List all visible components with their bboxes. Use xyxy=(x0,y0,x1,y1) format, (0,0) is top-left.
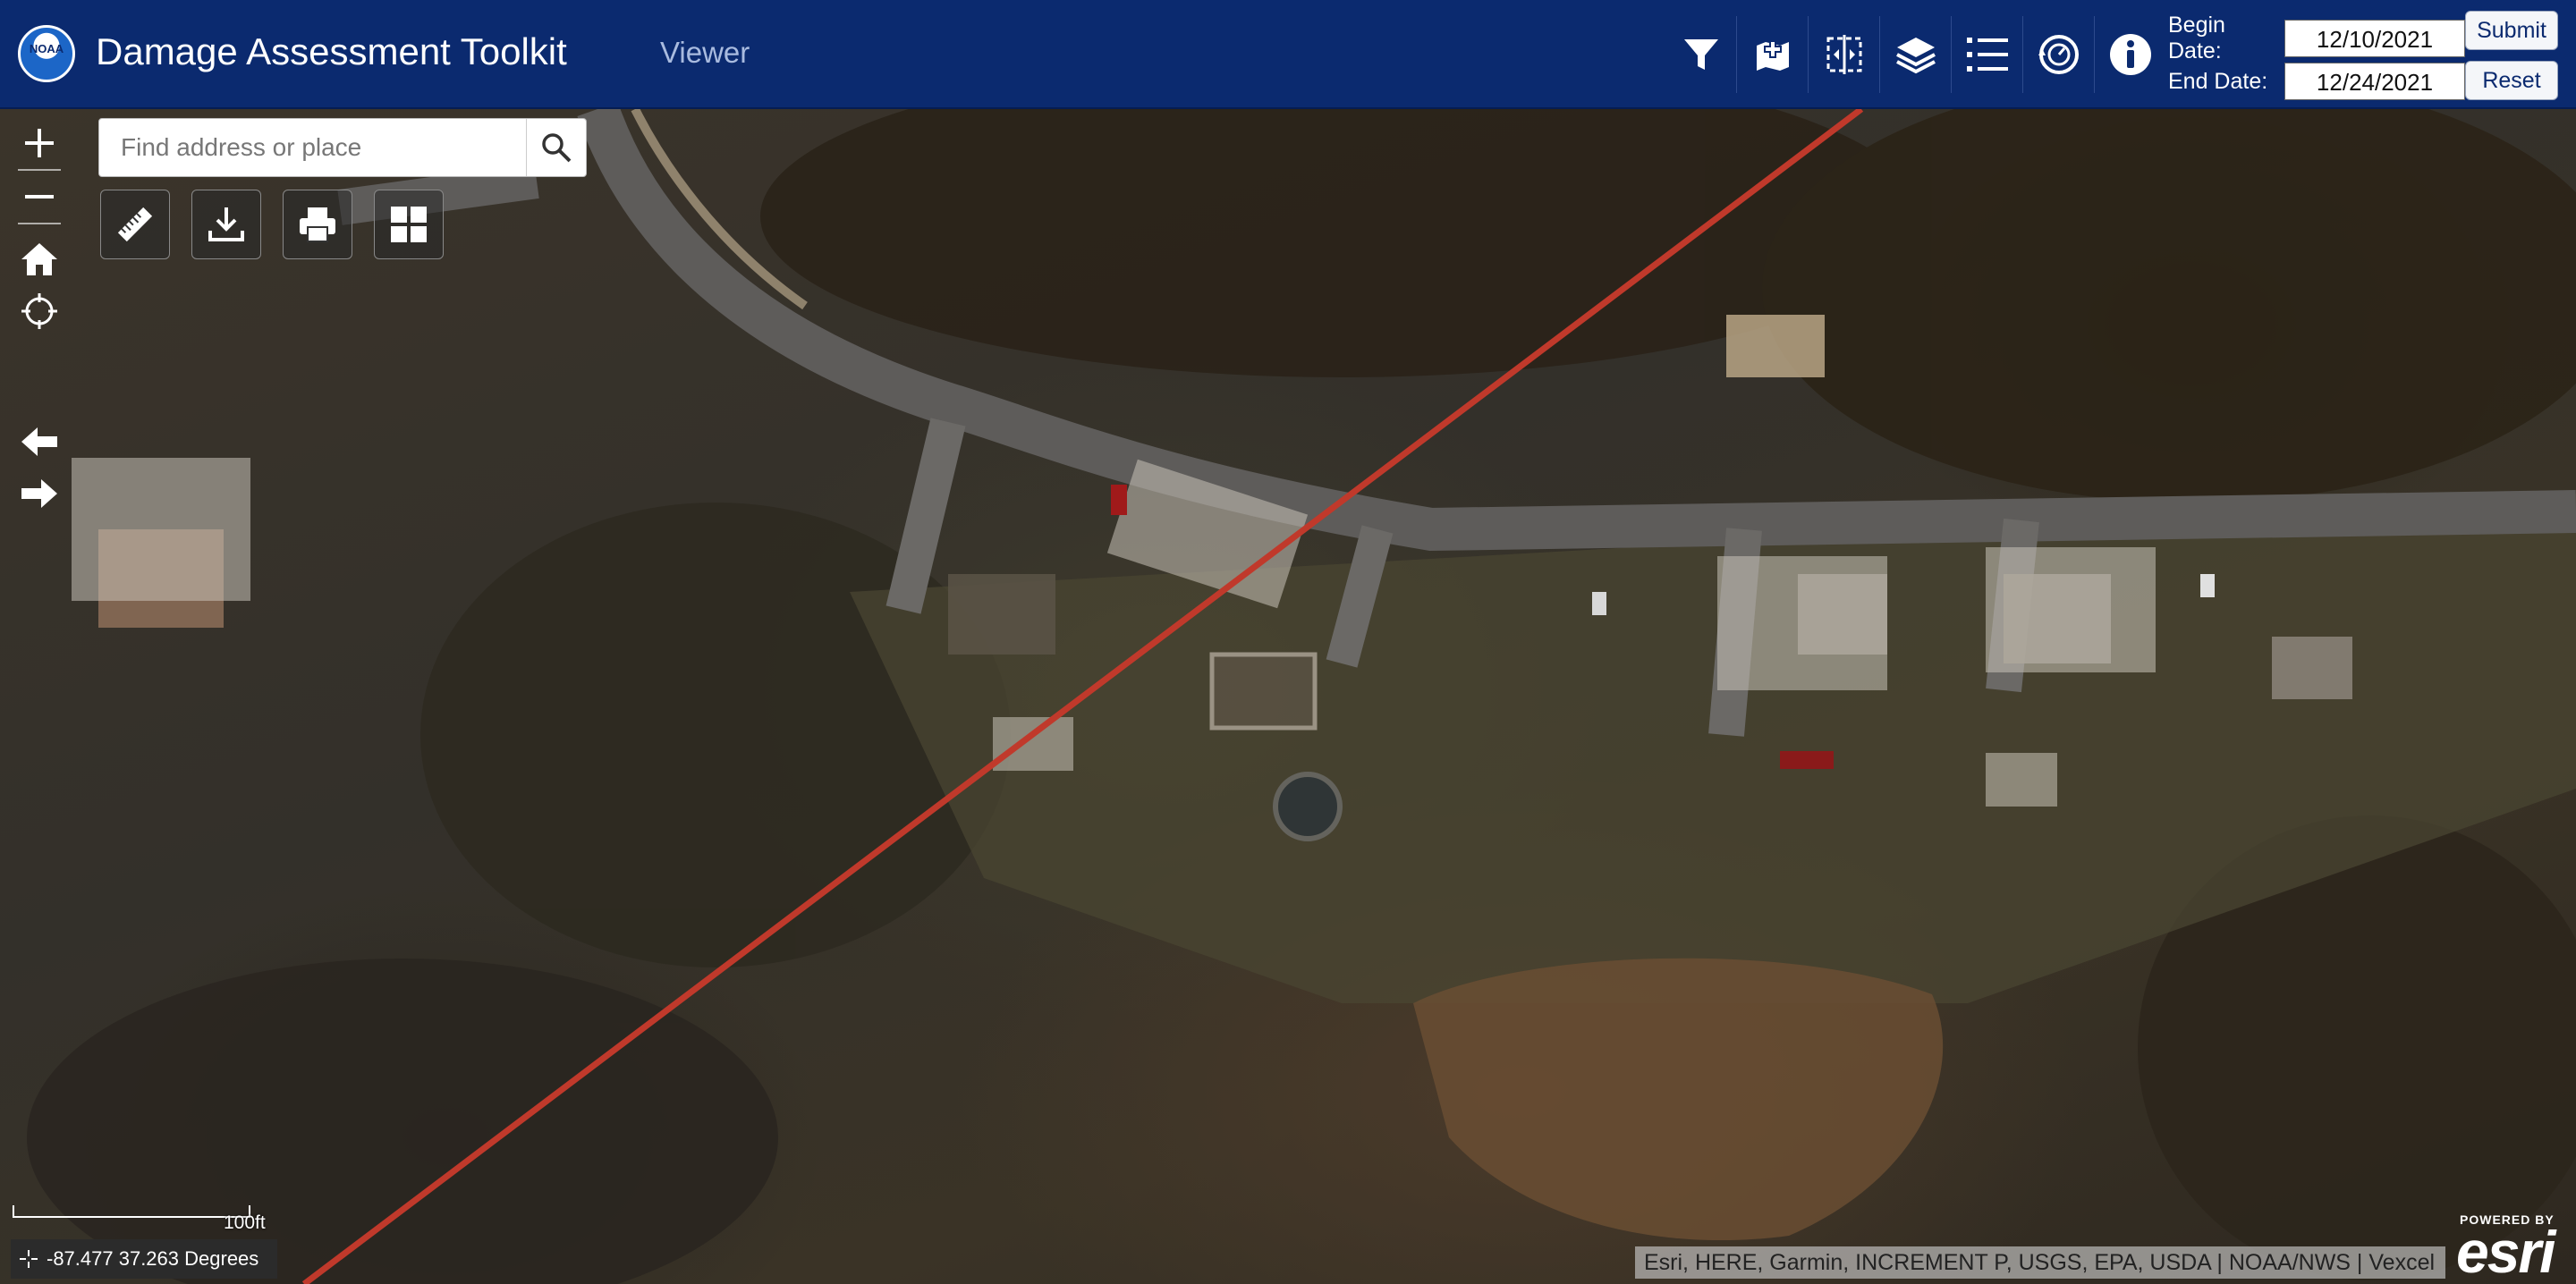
layers-icon[interactable] xyxy=(1880,16,1952,93)
begin-date-row: Begin Date: 12/10/2021 xyxy=(2168,13,2465,64)
basemap-gallery-button[interactable] xyxy=(374,190,444,259)
print-button[interactable] xyxy=(283,190,352,259)
esri-logo[interactable]: esri xyxy=(2456,1218,2555,1284)
end-date-label: End Date: xyxy=(2168,68,2268,94)
arrow-left-icon xyxy=(21,427,57,456)
scale-bar xyxy=(13,1205,250,1218)
search-icon xyxy=(542,133,572,163)
basemap-gallery-icon xyxy=(391,207,427,242)
swipe-icon[interactable] xyxy=(1809,16,1880,93)
home-icon xyxy=(21,243,57,275)
arrow-right-icon xyxy=(21,479,57,508)
coordinate-mode-button[interactable] xyxy=(11,1239,47,1279)
search-input[interactable] xyxy=(99,119,527,176)
next-extent-button[interactable] xyxy=(11,468,68,520)
locate-icon xyxy=(21,293,57,329)
download-button[interactable] xyxy=(191,190,261,259)
mode-label: Viewer xyxy=(660,36,750,69)
noaa-logo: NOAA xyxy=(18,25,75,82)
end-date-input[interactable]: 12/24/2021 xyxy=(2284,63,2465,100)
measure-icon xyxy=(117,207,153,242)
reset-button[interactable]: Reset xyxy=(2465,61,2558,100)
add-report-icon[interactable] xyxy=(1737,16,1809,93)
locate-button[interactable] xyxy=(11,285,68,337)
app-header: NOAA Damage Assessment Toolkit Viewer Be… xyxy=(0,0,2576,109)
toolbar xyxy=(1665,16,2166,93)
filter-icon[interactable] xyxy=(1665,16,1737,93)
zoom-divider xyxy=(18,223,61,224)
search-button[interactable] xyxy=(526,119,586,176)
coordinate-text: -87.477 37.263 Degrees xyxy=(47,1247,259,1270)
previous-extent-button[interactable] xyxy=(11,416,68,468)
map-view[interactable]: 100ft -87.477 37.263 Degrees Esri, HERE,… xyxy=(0,109,2576,1284)
end-date-row: End Date: 12/24/2021 xyxy=(2168,63,2465,100)
map-attribution[interactable]: Esri, HERE, Garmin, INCREMENT P, USGS, E… xyxy=(1635,1246,2445,1279)
download-icon xyxy=(208,207,244,241)
measure-button[interactable] xyxy=(100,190,170,259)
app-title: Damage Assessment Toolkit xyxy=(96,30,567,72)
submit-button[interactable]: Submit xyxy=(2465,11,2558,50)
scale-label: 100ft xyxy=(224,1212,266,1233)
zoom-in-button[interactable] xyxy=(11,117,68,169)
aerial-imagery xyxy=(27,109,2576,1284)
zoom-out-button[interactable] xyxy=(11,171,68,223)
info-icon[interactable] xyxy=(2095,16,2166,93)
print-icon xyxy=(300,207,335,242)
time-slider-icon[interactable] xyxy=(2023,16,2095,93)
crosshair-icon xyxy=(20,1250,38,1268)
begin-date-input[interactable]: 12/10/2021 xyxy=(2284,20,2465,57)
begin-date-label: Begin Date: xyxy=(2168,13,2225,63)
home-button[interactable] xyxy=(11,233,68,285)
map-nav-controls xyxy=(11,117,68,520)
coordinate-display: -87.477 37.263 Degrees xyxy=(11,1239,277,1279)
legend-list-icon[interactable] xyxy=(1952,16,2023,93)
geocoder-search xyxy=(98,118,587,177)
widget-bar xyxy=(100,190,444,259)
